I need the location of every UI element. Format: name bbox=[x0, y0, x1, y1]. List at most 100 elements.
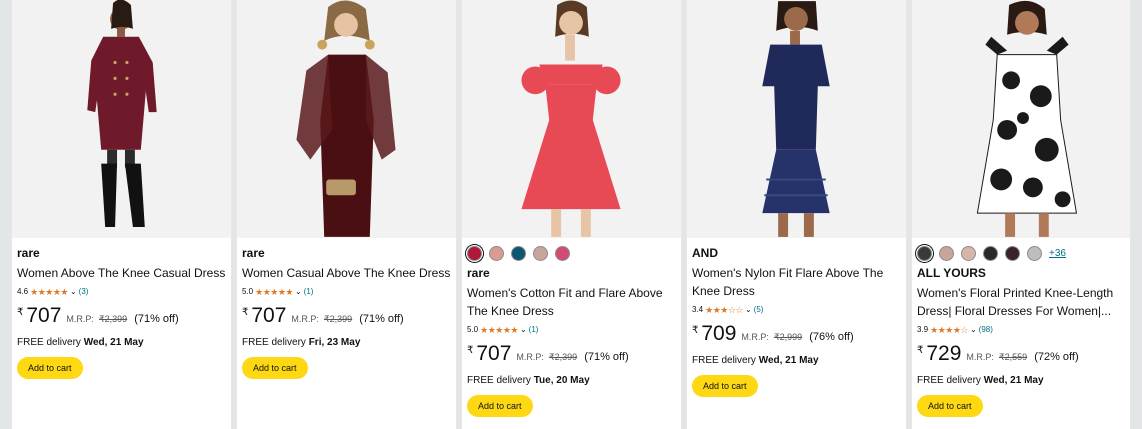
product-image[interactable] bbox=[462, 0, 681, 238]
brand-name: rare bbox=[467, 266, 490, 280]
brand-name: rare bbox=[242, 246, 265, 260]
delivery-date: Wed, 21 May bbox=[983, 375, 1044, 386]
product-image[interactable] bbox=[912, 0, 1130, 238]
mrp-value: ₹2,559 bbox=[998, 352, 1028, 362]
color-swatch[interactable] bbox=[983, 245, 998, 261]
price: 707 bbox=[26, 304, 62, 327]
price: 729 bbox=[926, 342, 962, 365]
currency-symbol: ₹ bbox=[692, 325, 699, 336]
rating-value: 3.9 bbox=[917, 325, 929, 334]
review-count[interactable]: (1) bbox=[529, 324, 539, 336]
product-card: rare Women's Cotton Fit and Flare Above … bbox=[461, 0, 682, 429]
review-count[interactable]: (1) bbox=[304, 286, 314, 298]
product-info: +36 ALL YOURS Women's Floral Printed Kne… bbox=[917, 244, 1125, 417]
color-swatch[interactable] bbox=[939, 245, 954, 261]
delivery-date: Wed, 21 May bbox=[758, 355, 819, 366]
color-swatch[interactable] bbox=[917, 245, 932, 261]
color-swatch[interactable] bbox=[489, 245, 504, 261]
color-swatch[interactable] bbox=[1027, 245, 1042, 261]
product-info: rare Women Casual Above The Knee Dress 5… bbox=[242, 246, 451, 379]
rating-row[interactable]: 5.0 ★★★★★ ⌄ (1) bbox=[242, 286, 451, 298]
discount: (76% off) bbox=[809, 331, 854, 343]
delivery-prefix: FREE delivery bbox=[467, 375, 534, 386]
currency-symbol: ₹ bbox=[467, 345, 474, 356]
color-swatch[interactable] bbox=[555, 245, 570, 261]
add-to-cart-button[interactable]: Add to cart bbox=[917, 395, 983, 417]
product-title[interactable]: Women's Floral Printed Knee-Length Dress… bbox=[917, 284, 1125, 320]
price: 709 bbox=[701, 322, 737, 345]
product-photo-illustration bbox=[687, 1, 906, 237]
brand-name: ALL YOURS bbox=[917, 266, 986, 280]
mrp-value: ₹2,399 bbox=[98, 314, 128, 324]
review-count[interactable]: (98) bbox=[979, 324, 993, 336]
product-card: AND Women's Nylon Fit Flare Above The Kn… bbox=[686, 0, 907, 429]
mrp-label: M.R.P: bbox=[741, 332, 769, 342]
product-image[interactable] bbox=[687, 0, 906, 238]
price-row: ₹ 709 M.R.P: ₹2,999 (76% off) bbox=[692, 323, 901, 345]
more-colors-link[interactable]: +36 bbox=[1049, 248, 1066, 259]
product-photo-illustration bbox=[237, 0, 456, 237]
color-swatch[interactable] bbox=[511, 245, 526, 261]
brand-name: AND bbox=[692, 246, 718, 260]
discount: (72% off) bbox=[1034, 351, 1079, 363]
color-swatch[interactable] bbox=[533, 245, 548, 261]
chevron-down-icon[interactable]: ⌄ bbox=[295, 286, 302, 298]
delivery-prefix: FREE delivery bbox=[17, 337, 84, 348]
star-rating-icon: ★★★★☆ bbox=[930, 325, 968, 335]
price-row: ₹ 707 M.R.P: ₹2,399 (71% off) bbox=[467, 343, 676, 365]
product-card: +36 ALL YOURS Women's Floral Printed Kne… bbox=[911, 0, 1131, 429]
mrp-label: M.R.P: bbox=[291, 314, 319, 324]
add-to-cart-button[interactable]: Add to cart bbox=[467, 395, 533, 417]
discount: (71% off) bbox=[134, 313, 179, 325]
rating-value: 5.0 bbox=[242, 287, 254, 296]
review-count[interactable]: (5) bbox=[754, 304, 764, 316]
delivery-info: FREE delivery Wed, 21 May bbox=[917, 375, 1125, 387]
color-swatches: +36 bbox=[917, 244, 1125, 262]
rating-value: 5.0 bbox=[467, 325, 479, 334]
delivery-info: FREE delivery Fri, 23 May bbox=[242, 337, 451, 349]
mrp-label: M.R.P: bbox=[66, 314, 94, 324]
product-title[interactable]: Women Casual Above The Knee Dress bbox=[242, 264, 451, 282]
star-rating-icon: ★★★★★ bbox=[30, 287, 68, 297]
delivery-date: Wed, 21 May bbox=[83, 337, 144, 348]
color-swatches bbox=[467, 244, 676, 262]
chevron-down-icon[interactable]: ⌄ bbox=[520, 324, 527, 336]
rating-value: 3.4 bbox=[692, 305, 704, 314]
delivery-date: Tue, 20 May bbox=[533, 375, 590, 386]
product-info: rare Women's Cotton Fit and Flare Above … bbox=[467, 244, 676, 417]
product-title[interactable]: Women Above The Knee Casual Dress bbox=[17, 264, 226, 282]
delivery-prefix: FREE delivery bbox=[917, 375, 984, 386]
delivery-info: FREE delivery Wed, 21 May bbox=[692, 355, 901, 367]
add-to-cart-button[interactable]: Add to cart bbox=[17, 357, 83, 379]
rating-row[interactable]: 3.9 ★★★★☆ ⌄ (98) bbox=[917, 324, 1125, 336]
product-info: AND Women's Nylon Fit Flare Above The Kn… bbox=[692, 246, 901, 397]
product-title[interactable]: Women's Nylon Fit Flare Above The Knee D… bbox=[692, 264, 901, 300]
product-image[interactable] bbox=[237, 0, 456, 238]
chevron-down-icon[interactable]: ⌄ bbox=[70, 286, 77, 298]
rating-row[interactable]: 5.0 ★★★★★ ⌄ (1) bbox=[467, 324, 676, 336]
chevron-down-icon[interactable]: ⌄ bbox=[745, 304, 752, 316]
price: 707 bbox=[476, 342, 512, 365]
rating-row[interactable]: 3.4 ★★★☆☆ ⌄ (5) bbox=[692, 304, 901, 316]
add-to-cart-button[interactable]: Add to cart bbox=[242, 357, 308, 379]
delivery-date: Fri, 23 May bbox=[308, 337, 361, 348]
color-swatch[interactable] bbox=[467, 245, 482, 261]
mrp-value: ₹2,399 bbox=[548, 352, 578, 362]
star-rating-icon: ★★★★★ bbox=[255, 287, 293, 297]
mrp-label: M.R.P: bbox=[966, 352, 994, 362]
review-count[interactable]: (3) bbox=[79, 286, 89, 298]
rating-value: 4.6 bbox=[17, 287, 29, 296]
currency-symbol: ₹ bbox=[17, 307, 24, 318]
product-title[interactable]: Women's Cotton Fit and Flare Above The K… bbox=[467, 284, 676, 320]
product-grid: rare Women Above The Knee Casual Dress 4… bbox=[11, 0, 1142, 429]
brand-name: rare bbox=[17, 246, 40, 260]
color-swatch[interactable] bbox=[961, 245, 976, 261]
discount: (71% off) bbox=[584, 351, 629, 363]
color-swatch[interactable] bbox=[1005, 245, 1020, 261]
rating-row[interactable]: 4.6 ★★★★★ ⌄ (3) bbox=[17, 286, 226, 298]
delivery-prefix: FREE delivery bbox=[692, 355, 759, 366]
star-rating-icon: ★★★★★ bbox=[480, 325, 518, 335]
chevron-down-icon[interactable]: ⌄ bbox=[970, 324, 977, 336]
add-to-cart-button[interactable]: Add to cart bbox=[692, 375, 758, 397]
product-image[interactable] bbox=[12, 0, 231, 238]
